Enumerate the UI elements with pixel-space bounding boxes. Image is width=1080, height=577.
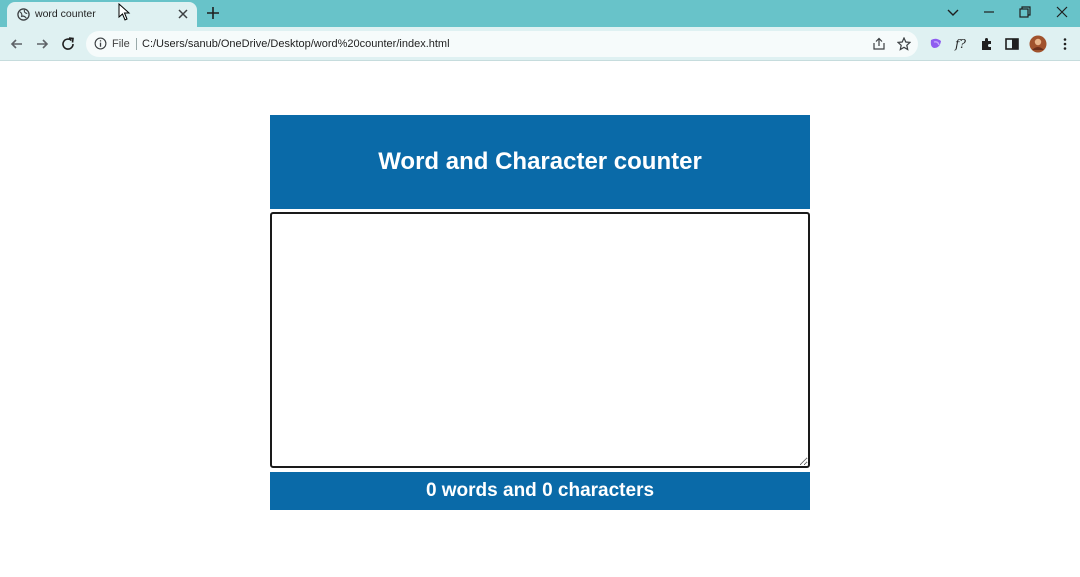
app-header: Word and Character counter [270,115,810,209]
tab-strip: word counter [0,0,1080,27]
menu-icon[interactable] [1057,36,1073,52]
info-icon[interactable] [94,37,107,50]
close-icon[interactable] [177,8,189,20]
tab-title: word counter [35,8,96,20]
forward-icon[interactable] [34,36,50,52]
text-input[interactable] [270,212,810,468]
star-icon[interactable] [897,37,911,51]
sidepanel-icon[interactable] [1004,36,1020,52]
mouse-cursor-icon [118,3,131,21]
page-title: Word and Character counter [378,148,702,175]
window-close-icon[interactable] [1053,4,1071,20]
back-icon[interactable] [9,36,25,52]
count-display: 0 words and 0 characters [270,472,810,510]
reload-icon[interactable] [60,36,76,52]
address-bar[interactable]: File C:/Users/sanub/OneDrive/Desktop/wor… [86,31,918,57]
avatar[interactable] [1029,35,1047,53]
puzzle-icon[interactable] [979,36,995,52]
globe-icon [17,8,30,21]
browser-toolbar: File C:/Users/sanub/OneDrive/Desktop/wor… [0,27,1080,61]
restore-icon[interactable] [1016,4,1034,20]
tab-word-counter[interactable]: word counter [7,2,197,27]
extension-icon[interactable] [928,36,944,52]
url-text[interactable]: C:/Users/sanub/OneDrive/Desktop/word%20c… [142,38,450,50]
formula-icon[interactable]: f? [954,36,970,52]
minimize-icon[interactable] [980,4,998,20]
share-icon[interactable] [872,37,886,51]
svg-text:f?: f? [954,37,966,51]
text-input-container [270,212,810,468]
word-character-count: 0 words and 0 characters [425,480,655,501]
word-counter-app: Word and Character counter 0 words and 0… [270,115,810,510]
omnibox-separator [136,38,137,50]
plus-icon[interactable] [206,6,220,20]
url-scheme-label: File [112,38,130,50]
chevron-down-icon[interactable] [944,4,962,20]
